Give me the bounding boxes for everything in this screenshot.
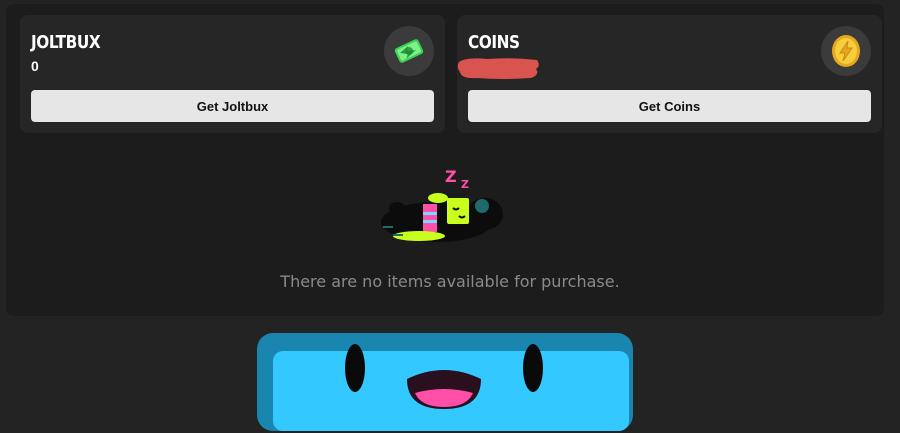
coin-icon <box>821 26 871 76</box>
svg-text:Z: Z <box>461 178 469 191</box>
blue-block-mascot <box>257 333 633 431</box>
sleeping-robot-illustration: Z Z <box>381 167 503 242</box>
coins-card: COINS Get Coins <box>457 15 882 133</box>
joltbux-balance: 0 <box>31 58 39 74</box>
store-panel: JOLTBUX 0 Get Joltbux COINS Get Coins <box>6 4 884 316</box>
joltbux-card: JOLTBUX 0 Get Joltbux <box>20 15 445 133</box>
coins-title: COINS <box>468 32 520 53</box>
redacted-coin-balance <box>457 56 540 80</box>
svg-text:Z: Z <box>445 167 457 186</box>
joltbux-title: JOLTBUX <box>31 32 101 53</box>
joltbux-icon <box>384 26 434 76</box>
get-coins-button[interactable]: Get Coins <box>468 90 871 122</box>
get-joltbux-button[interactable]: Get Joltbux <box>31 90 434 122</box>
empty-store-message: There are no items available for purchas… <box>280 272 620 291</box>
